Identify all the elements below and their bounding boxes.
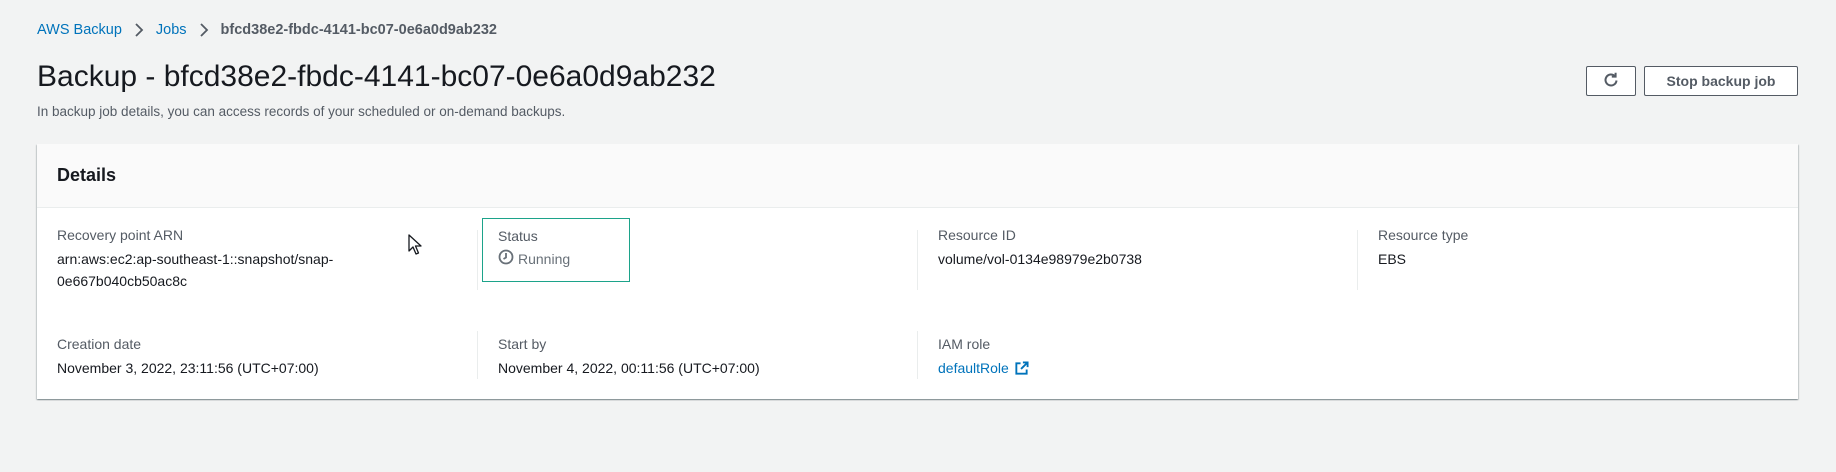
chevron-right-icon [199,23,209,37]
recovery-point-arn-value: arn:aws:ec2:ap-southeast-1::snapshot/sna… [57,248,457,292]
chevron-right-icon [134,23,144,37]
recovery-point-arn-label: Recovery point ARN [57,227,184,243]
creation-date-field: Creation date November 3, 2022, 23:11:56… [57,335,457,379]
breadcrumb-current: bfcd38e2-fbdc-4141-bc07-0e6a0d9ab232 [220,22,497,38]
recovery-point-arn-field: Recovery point ARN arn:aws:ec2:ap-southe… [57,226,457,292]
status-field: Status Running [482,218,630,282]
status-value: Running [498,249,629,268]
resource-type-field: Resource type EBS [1378,226,1778,270]
column-divider [477,331,478,379]
stop-backup-job-button[interactable]: Stop backup job [1644,66,1798,96]
mouse-cursor-icon [408,234,422,261]
iam-role-link-text: defaultRole [938,360,1009,376]
column-divider [1357,230,1358,290]
page-title: Backup - bfcd38e2-fbdc-4141-bc07-0e6a0d9… [37,60,716,93]
refresh-icon [1602,71,1620,92]
creation-date-label: Creation date [57,336,142,352]
clock-icon [498,249,518,268]
creation-date-value: November 3, 2022, 23:11:56 (UTC+07:00) [57,360,319,376]
status-label: Status [498,228,538,244]
column-divider [477,230,478,290]
resource-type-label: Resource type [1378,227,1469,243]
start-by-field: Start by November 4, 2022, 00:11:56 (UTC… [498,335,898,379]
details-panel-header: Details [37,144,1798,208]
resource-id-label: Resource ID [938,227,1016,243]
details-panel: Details Recovery point ARN arn:aws:ec2:a… [37,144,1798,399]
start-by-value: November 4, 2022, 00:11:56 (UTC+07:00) [498,360,760,376]
refresh-button[interactable] [1586,66,1636,96]
breadcrumb-jobs-link[interactable]: Jobs [156,20,187,40]
breadcrumb: AWS Backup Jobs bfcd38e2-fbdc-4141-bc07-… [37,20,497,40]
start-by-label: Start by [498,336,547,352]
resource-id-value: volume/vol-0134e98979e2b0738 [938,251,1142,267]
resource-type-value: EBS [1378,251,1407,267]
resource-id-field: Resource ID volume/vol-0134e98979e2b0738 [938,226,1338,270]
details-title: Details [57,165,117,185]
column-divider [917,230,918,290]
iam-role-field: IAM role defaultRole [938,335,1338,379]
column-divider [917,331,918,379]
external-link-icon [1015,360,1029,375]
recovery-point-arn-value-line1: arn:aws:ec2:ap-southeast-1::snapshot/sna… [57,251,334,267]
iam-role-value: defaultRole [938,357,1338,379]
recovery-point-arn-value-line2: 0e667b040cb50ac8c [57,273,188,289]
iam-role-label: IAM role [938,336,991,352]
iam-role-link[interactable]: defaultRole [938,357,1029,379]
page-description: In backup job details, you can access re… [37,104,566,119]
breadcrumb-aws-backup-link[interactable]: AWS Backup [37,20,122,40]
status-text: Running [518,250,571,267]
